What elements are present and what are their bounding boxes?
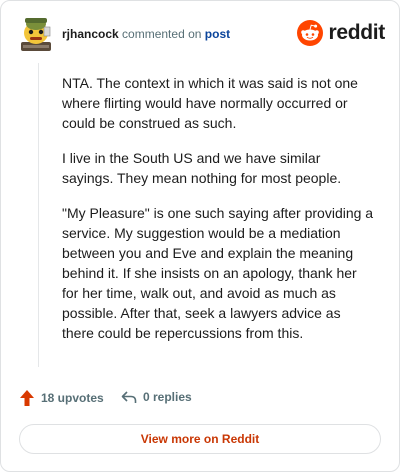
commented-on-text: commented on bbox=[122, 27, 202, 41]
comment-paragraph-3: "My Pleasure" is one such saying after p… bbox=[62, 205, 374, 341]
comment-header: rjhancock commented on post reddit bbox=[19, 15, 385, 55]
avatar-image bbox=[21, 18, 51, 51]
upvote-arrow-icon bbox=[20, 390, 34, 406]
embedded-comment-card: rjhancock commented on post reddit NTA. … bbox=[0, 0, 400, 472]
reply-arrow-icon bbox=[121, 391, 137, 403]
upvote-button[interactable]: 18 upvotes bbox=[19, 389, 104, 407]
view-more-on-reddit-button[interactable]: View more on Reddit bbox=[19, 424, 381, 454]
reddit-brand[interactable]: reddit bbox=[297, 19, 385, 47]
replies-button[interactable]: 0 replies bbox=[121, 389, 192, 405]
username-link[interactable]: rjhancock bbox=[62, 27, 119, 41]
comment-actions: 18 upvotes 0 replies bbox=[19, 389, 379, 411]
comment-meta: rjhancock commented on post bbox=[62, 27, 230, 41]
user-avatar[interactable] bbox=[19, 15, 53, 53]
comment-paragraph-1: NTA. The context in which it was said is… bbox=[62, 75, 358, 131]
comment-body: NTA. The context in which it was said is… bbox=[62, 73, 374, 358]
reply-count: 0 replies bbox=[143, 390, 192, 404]
upvote-count: 18 upvotes bbox=[41, 391, 104, 405]
reddit-logo-icon bbox=[297, 20, 324, 46]
thread-line bbox=[38, 63, 39, 367]
comment-paragraph-2: I live in the South US and we have simil… bbox=[62, 150, 342, 186]
post-link[interactable]: post bbox=[205, 27, 230, 41]
reddit-wordmark: reddit bbox=[328, 21, 385, 44]
